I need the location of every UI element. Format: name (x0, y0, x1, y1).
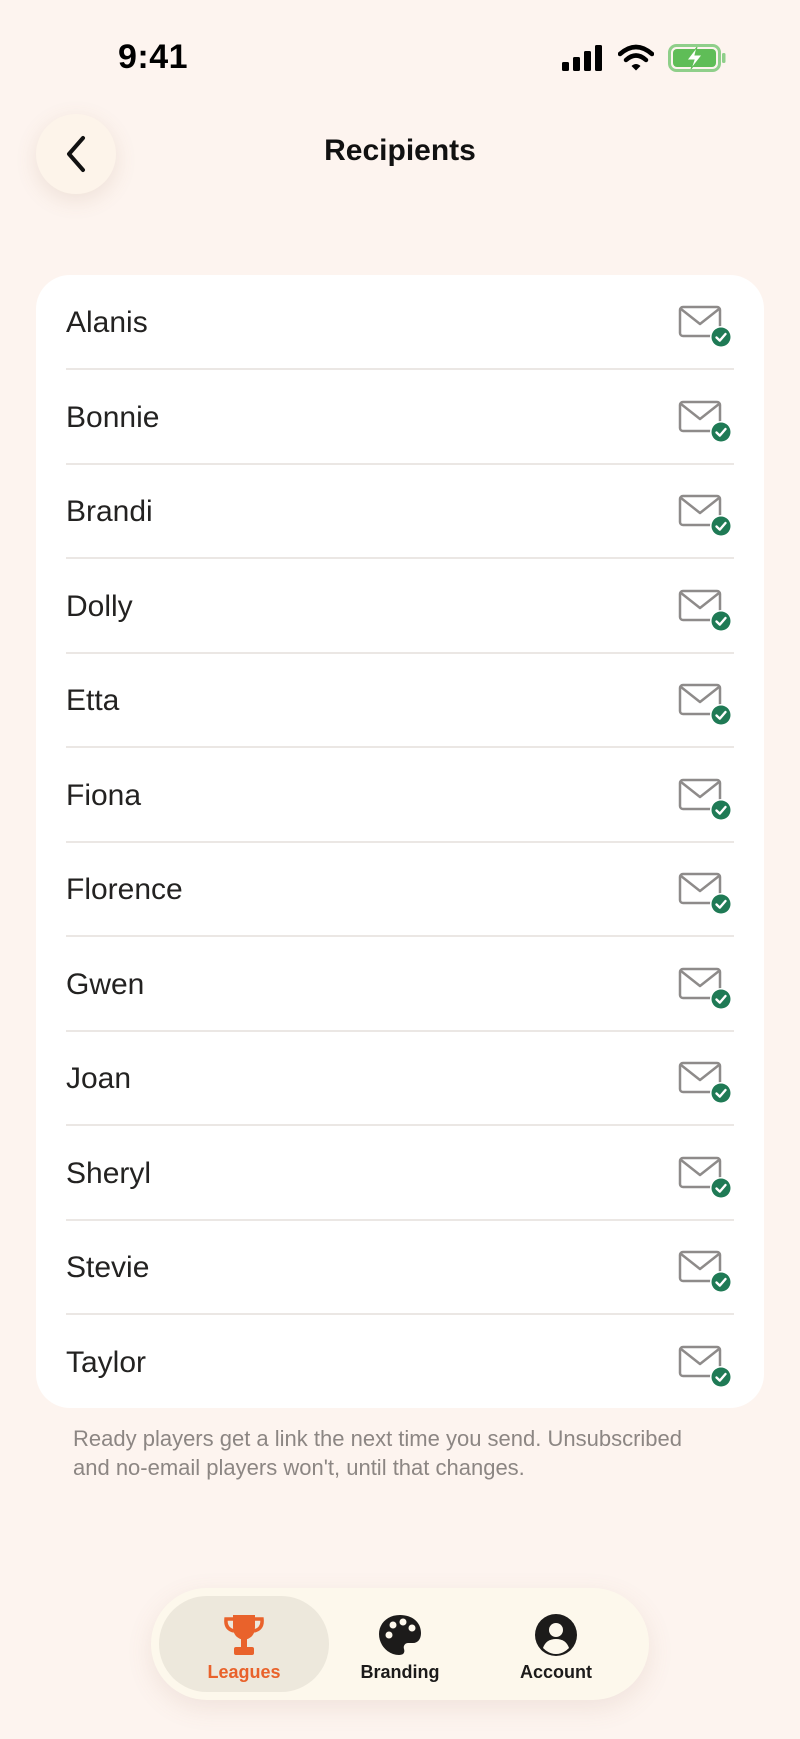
mail-check-icon (678, 400, 732, 443)
tab-label: Leagues (207, 1662, 281, 1682)
mail-check-icon (678, 494, 732, 537)
footnote: Ready players get a link the next time y… (73, 1426, 682, 1480)
tab-account[interactable]: Account (471, 1596, 641, 1692)
recipient-row[interactable]: Sheryl (66, 1126, 734, 1221)
recipient-name: Fiona (66, 778, 142, 812)
recipient-row[interactable]: Taylor (66, 1315, 734, 1409)
account-icon (535, 1614, 577, 1656)
recipients-screen: 9:41 Recipients Alanis Bonnie Brandi Dol… (0, 0, 800, 1739)
tab-label: Branding (360, 1662, 440, 1682)
mail-check-icon (678, 683, 732, 726)
recipient-row[interactable]: Stevie (66, 1220, 734, 1315)
mail-check-icon (678, 1250, 732, 1293)
mail-check-icon (678, 1061, 732, 1104)
recipient-row[interactable]: Florence (66, 842, 734, 937)
recipient-row[interactable]: Alanis (66, 275, 734, 370)
recipient-name: Taylor (66, 1345, 147, 1379)
recipient-name: Bonnie (66, 400, 160, 434)
recipient-row[interactable]: Etta (66, 653, 734, 748)
mail-check-icon (678, 305, 732, 348)
page-title: Recipients (324, 134, 476, 167)
mail-check-icon (678, 967, 732, 1010)
recipient-name: Dolly (66, 589, 133, 623)
mail-check-icon (678, 1156, 732, 1199)
recipient-name: Brandi (66, 495, 153, 528)
recipient-name: Gwen (66, 967, 145, 1001)
mail-check-icon (678, 1345, 732, 1388)
trophy-icon (224, 1615, 264, 1655)
palette-icon (379, 1615, 421, 1655)
tab-bar: Leagues Branding Account (151, 1588, 649, 1700)
recipient-name: Sheryl (66, 1156, 152, 1190)
recipient-row[interactable]: Dolly (66, 559, 734, 654)
mail-check-icon (678, 872, 732, 915)
status-time: 9:41 (118, 38, 189, 76)
wifi-icon (618, 44, 654, 71)
recipient-name: Alanis (66, 306, 148, 339)
recipient-row[interactable]: Fiona (66, 748, 734, 843)
recipient-name: Stevie (66, 1251, 150, 1284)
recipient-name: Florence (66, 873, 183, 906)
recipient-name: Etta (66, 684, 120, 717)
recipient-row[interactable]: Brandi (66, 464, 734, 559)
battery-charging-icon (668, 44, 726, 72)
recipients-list: Alanis Bonnie Brandi Dolly Etta Fiona Florence… (36, 275, 764, 1408)
status-icons (562, 44, 726, 72)
tab-leagues[interactable]: Leagues (159, 1596, 329, 1692)
recipient-name: Joan (66, 1062, 132, 1095)
status-bar: 9:41 (0, 0, 800, 118)
mail-check-icon (678, 778, 732, 821)
recipient-row[interactable]: Gwen (66, 937, 734, 1032)
tab-branding[interactable]: Branding (315, 1596, 485, 1692)
recipient-row[interactable]: Joan (66, 1031, 734, 1126)
cellular-signal-icon (562, 45, 602, 71)
tab-label: Account (520, 1662, 592, 1682)
mail-check-icon (678, 589, 732, 632)
recipient-row[interactable]: Bonnie (66, 370, 734, 465)
